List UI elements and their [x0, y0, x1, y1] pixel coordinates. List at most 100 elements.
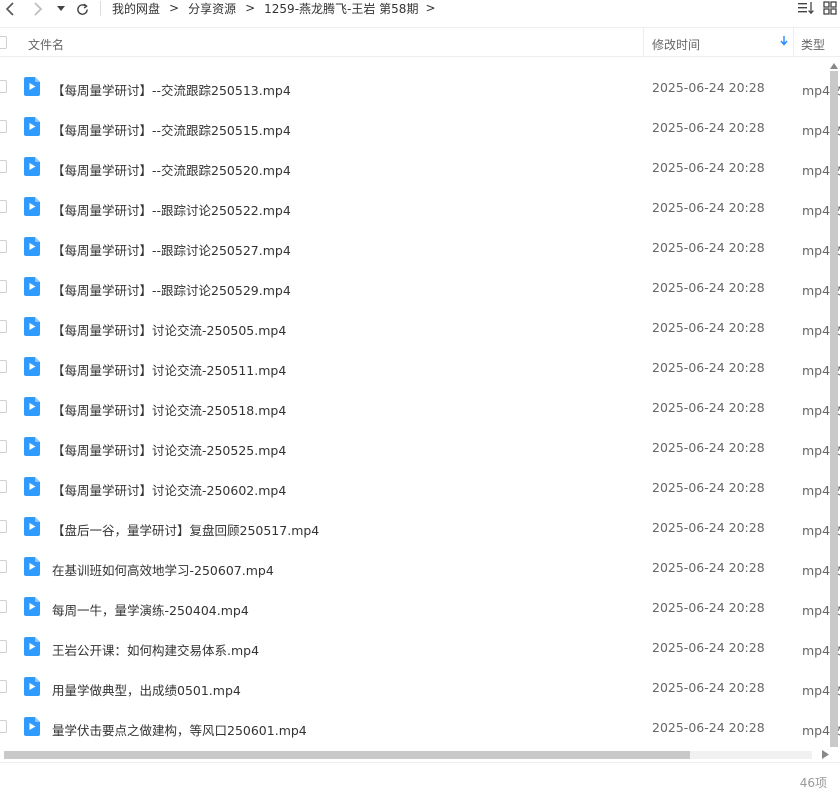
breadcrumb-separator-icon[interactable]: >	[425, 1, 435, 15]
file-modified-time: 2025-06-24 20:28	[652, 320, 765, 335]
sort-list-icon[interactable]	[796, 0, 816, 16]
select-all-checkbox[interactable]	[0, 36, 7, 49]
horizontal-scrollbar-thumb[interactable]	[4, 751, 690, 759]
dropdown-caret-icon[interactable]	[56, 0, 66, 18]
video-file-icon	[24, 317, 40, 336]
video-file-icon	[24, 517, 40, 536]
file-row[interactable]: 每周一牛，量学演练-250404.mp4 2025-06-24 20:28 mp…	[0, 587, 840, 627]
file-name: 【每周量学研讨】--跟踪讨论250529.mp4	[52, 283, 291, 298]
file-row[interactable]: 在基训班如何高效地学习-250607.mp4 2025-06-24 20:28 …	[0, 547, 840, 587]
video-file-icon	[24, 397, 40, 416]
video-file-icon	[24, 677, 40, 696]
column-divider[interactable]	[793, 28, 794, 57]
vertical-scrollbar[interactable]	[828, 63, 840, 757]
file-name: 【每周量学研讨】讨论交流-250525.mp4	[52, 443, 287, 458]
file-name: 【每周量学研讨】--交流跟踪250520.mp4	[52, 163, 291, 178]
view-controls	[792, 0, 840, 16]
file-modified-time: 2025-06-24 20:28	[652, 400, 765, 415]
row-checkbox[interactable]	[0, 640, 7, 653]
video-file-icon	[24, 477, 40, 496]
video-file-icon	[24, 157, 40, 176]
file-row[interactable]: 王岩公开课：如何构建交易体系.mp4 2025-06-24 20:28 mp4文	[0, 627, 840, 667]
column-name[interactable]: 文件名	[28, 36, 64, 53]
file-modified-time: 2025-06-24 20:28	[652, 200, 765, 215]
row-checkbox[interactable]	[0, 560, 7, 573]
file-row[interactable]: 【每周量学研讨】--跟踪讨论250522.mp4 2025-06-24 20:2…	[0, 187, 840, 227]
column-divider[interactable]	[643, 28, 644, 57]
video-file-icon	[24, 197, 40, 216]
file-name: 王岩公开课：如何构建交易体系.mp4	[52, 643, 260, 658]
file-name: 【每周量学研讨】讨论交流-250518.mp4	[52, 403, 287, 418]
file-name: 【每周量学研讨】讨论交流-250505.mp4	[52, 323, 287, 338]
file-row[interactable]: 【每周量学研讨】讨论交流-250525.mp4 2025-06-24 20:28…	[0, 427, 840, 467]
scroll-up-arrow-icon[interactable]	[830, 63, 838, 69]
row-checkbox[interactable]	[0, 480, 7, 493]
file-row[interactable]: 【每周量学研讨】讨论交流-250518.mp4 2025-06-24 20:28…	[0, 387, 840, 427]
row-checkbox[interactable]	[0, 200, 7, 213]
file-name: 【盘后一谷，量学研讨】复盘回顾250517.mp4	[52, 523, 320, 538]
file-modified-time: 2025-06-24 20:28	[652, 360, 765, 375]
file-modified-time: 2025-06-24 20:28	[652, 720, 765, 735]
file-row[interactable]: 【每周量学研讨】--交流跟踪250520.mp4 2025-06-24 20:2…	[0, 147, 840, 187]
file-list: 【每周量学研讨】--交流跟踪250513.mp4 2025-06-24 20:2…	[0, 67, 840, 747]
row-checkbox[interactable]	[0, 600, 7, 613]
file-name: 【每周量学研讨】--交流跟踪250513.mp4	[52, 83, 291, 98]
vertical-scrollbar-thumb[interactable]	[830, 71, 838, 747]
item-count: 46项	[799, 776, 827, 790]
row-checkbox[interactable]	[0, 400, 7, 413]
horizontal-scrollbar[interactable]	[0, 749, 840, 761]
file-row[interactable]: 【每周量学研讨】--交流跟踪250515.mp4 2025-06-24 20:2…	[0, 107, 840, 147]
row-checkbox[interactable]	[0, 160, 7, 173]
video-file-icon	[24, 637, 40, 656]
file-modified-time: 2025-06-24 20:28	[652, 520, 765, 535]
row-checkbox[interactable]	[0, 520, 7, 533]
file-row[interactable]: 【每周量学研讨】讨论交流-250505.mp4 2025-06-24 20:28…	[0, 307, 840, 347]
video-file-icon	[24, 77, 40, 96]
file-name: 每周一牛，量学演练-250404.mp4	[52, 603, 249, 618]
grid-view-icon[interactable]	[820, 0, 840, 16]
file-row[interactable]: 用量学做典型，出成绩0501.mp4 2025-06-24 20:28 mp4文	[0, 667, 840, 707]
row-checkbox[interactable]	[0, 120, 7, 133]
row-checkbox[interactable]	[0, 440, 7, 453]
row-checkbox[interactable]	[0, 240, 7, 253]
video-file-icon	[24, 557, 40, 576]
video-file-icon	[24, 117, 40, 136]
file-modified-time: 2025-06-24 20:28	[652, 640, 765, 655]
column-modified-time[interactable]: 修改时间	[652, 36, 700, 53]
video-file-icon	[24, 357, 40, 376]
file-row[interactable]: 【每周量学研讨】讨论交流-250602.mp4 2025-06-24 20:28…	[0, 467, 840, 507]
scroll-right-arrow-icon[interactable]	[822, 750, 829, 759]
breadcrumb-item-root[interactable]: 我的网盘	[112, 0, 160, 17]
forward-arrow-icon[interactable]	[30, 0, 46, 18]
file-name: 量学伏击要点之做建构，等风口250601.mp4	[52, 723, 307, 738]
file-row[interactable]: 【盘后一谷，量学研讨】复盘回顾250517.mp4 2025-06-24 20:…	[0, 507, 840, 547]
file-row[interactable]: 【每周量学研讨】--跟踪讨论250529.mp4 2025-06-24 20:2…	[0, 267, 840, 307]
file-row[interactable]: 【每周量学研讨】--跟踪讨论250527.mp4 2025-06-24 20:2…	[0, 227, 840, 267]
file-modified-time: 2025-06-24 20:28	[652, 120, 765, 135]
row-checkbox[interactable]	[0, 720, 7, 733]
sort-down-arrow-icon	[780, 36, 788, 49]
column-type[interactable]: 类型	[801, 36, 825, 53]
file-modified-time: 2025-06-24 20:28	[652, 600, 765, 615]
video-file-icon	[24, 597, 40, 616]
row-checkbox[interactable]	[0, 280, 7, 293]
file-row[interactable]: 【每周量学研讨】讨论交流-250511.mp4 2025-06-24 20:28…	[0, 347, 840, 387]
status-bar: 46项	[0, 762, 840, 791]
file-modified-time: 2025-06-24 20:28	[652, 240, 765, 255]
refresh-icon[interactable]	[74, 0, 90, 18]
row-checkbox[interactable]	[0, 320, 7, 333]
row-checkbox[interactable]	[0, 80, 7, 93]
top-bar: 我的网盘 > 分享资源 > 1259-燕龙腾飞-王岩 第58期 >	[0, 0, 840, 22]
file-name: 用量学做典型，出成绩0501.mp4	[52, 683, 241, 698]
breadcrumb-item-share[interactable]: 分享资源	[188, 0, 236, 17]
breadcrumb-item-current[interactable]: 1259-燕龙腾飞-王岩 第58期	[264, 0, 418, 17]
row-checkbox[interactable]	[0, 680, 7, 693]
file-row[interactable]: 量学伏击要点之做建构，等风口250601.mp4 2025-06-24 20:2…	[0, 707, 840, 747]
file-modified-time: 2025-06-24 20:28	[652, 160, 765, 175]
video-file-icon	[24, 237, 40, 256]
file-modified-time: 2025-06-24 20:28	[652, 680, 765, 695]
breadcrumb-separator-icon: >	[169, 1, 180, 15]
file-row[interactable]: 【每周量学研讨】--交流跟踪250513.mp4 2025-06-24 20:2…	[0, 67, 840, 107]
back-arrow-icon[interactable]	[2, 0, 18, 18]
row-checkbox[interactable]	[0, 360, 7, 373]
